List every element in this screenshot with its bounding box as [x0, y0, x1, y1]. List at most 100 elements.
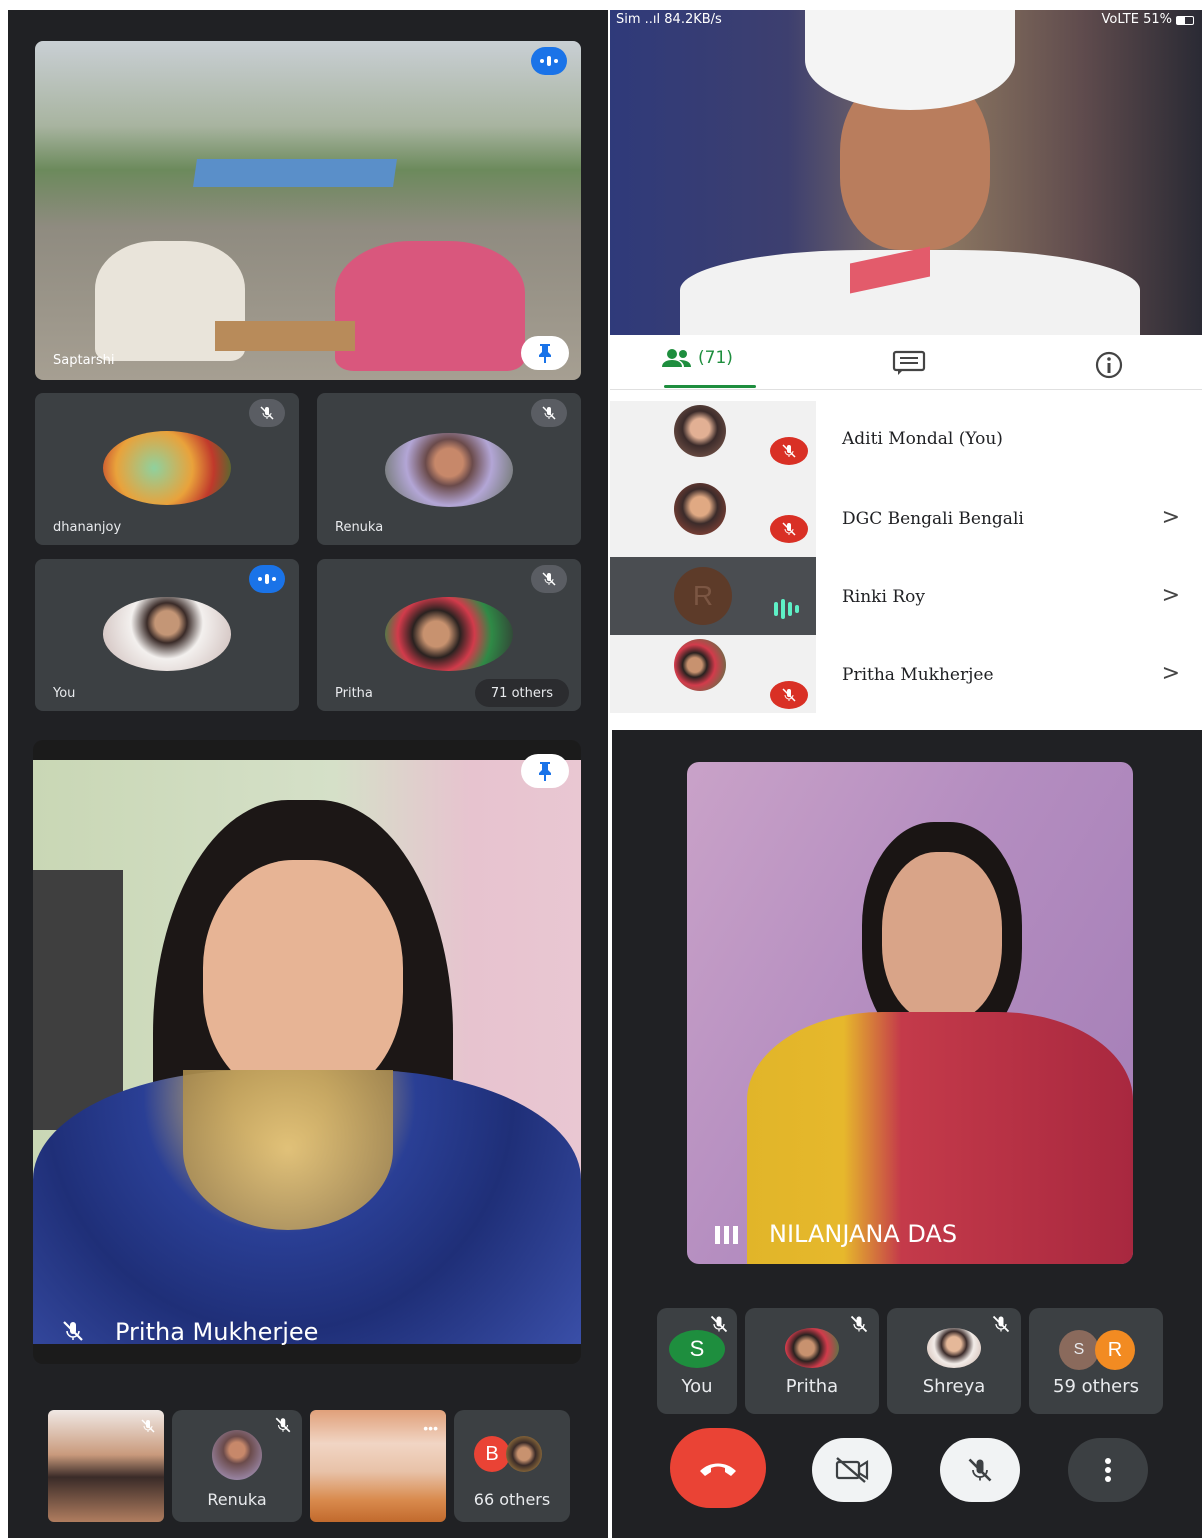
people-panel-tabs: (71) — [610, 336, 1202, 390]
panel-top-right: Sim ..ıl 84.2KB/s VoLTE 51% (71) Aditi M… — [610, 10, 1202, 728]
avatar-initial-chip: S — [669, 1330, 725, 1368]
tab-info[interactable] — [1094, 350, 1124, 385]
end-call-button[interactable] — [670, 1428, 766, 1508]
panel-top-left: Saptarshi dhananjoy Renuka You Pritha 71… — [8, 10, 608, 730]
chat-icon — [892, 350, 926, 375]
main-video-tile[interactable]: Pritha Mukherjee — [33, 740, 581, 1364]
avatar-initial: R — [1107, 1338, 1123, 1361]
speaking-indicator — [531, 47, 567, 75]
speaking-indicator — [249, 565, 285, 593]
participant-name: Pritha Mukherjee — [842, 665, 994, 685]
others-count: 71 others — [490, 685, 553, 701]
strip-tile-pritha[interactable]: Pritha — [745, 1308, 879, 1414]
avatar-initial-chip: B — [474, 1436, 510, 1472]
participant-row[interactable]: Aditi Mondal (You) — [610, 401, 1202, 479]
tile-name: dhananjoy — [53, 520, 122, 535]
chevron-right-icon[interactable]: > — [1162, 583, 1180, 608]
main-video-tile[interactable]: Saptarshi — [35, 41, 581, 380]
chevron-right-icon[interactable]: > — [1162, 505, 1180, 530]
avatar-initial: S — [1073, 1341, 1085, 1358]
avatar — [103, 597, 231, 671]
more-vert-icon — [1105, 1458, 1111, 1482]
muted-mic-icon — [249, 399, 285, 427]
speaking-indicator — [774, 599, 799, 619]
avatar-initial-chip: R — [1095, 1330, 1135, 1370]
avatar-initial: B — [485, 1442, 499, 1465]
chevron-right-icon[interactable]: > — [1162, 661, 1180, 686]
pin-icon — [539, 762, 551, 781]
mic-off-icon — [968, 1458, 992, 1482]
participant-row[interactable]: R Rinki Roy > — [610, 557, 1202, 635]
strip-label: Shreya — [922, 1376, 986, 1397]
avatar — [506, 1436, 542, 1472]
avatar — [674, 483, 726, 535]
strip-label: Renuka — [207, 1490, 267, 1509]
pin-button[interactable] — [521, 336, 569, 370]
participant-tile-you[interactable]: You — [35, 559, 299, 711]
participant-tile-pritha[interactable]: Pritha 71 others — [317, 559, 581, 711]
main-tile-name: Pritha Mukherjee — [115, 1318, 319, 1346]
speaker-name: NILANJANA DAS — [769, 1220, 958, 1248]
mic-toggle-button[interactable] — [940, 1438, 1020, 1502]
others-chip[interactable]: 71 others — [474, 679, 569, 707]
main-tile-name: Saptarshi — [53, 353, 115, 368]
strip-label: 59 others — [1053, 1376, 1139, 1397]
avatar — [212, 1430, 262, 1480]
muted-mic-icon — [991, 1314, 1011, 1339]
speaker-video[interactable]: NILANJANA DAS — [687, 762, 1133, 1264]
info-icon — [1095, 351, 1123, 379]
avatar: R — [674, 567, 732, 625]
strip-tile-you[interactable]: S You — [657, 1308, 737, 1414]
people-count: (71) — [698, 348, 733, 368]
avatar — [674, 405, 726, 457]
avatar — [674, 639, 726, 691]
avatar — [927, 1328, 981, 1368]
participant-name: Aditi Mondal (You) — [842, 429, 1003, 449]
participant-row[interactable]: DGC Bengali Bengali > — [610, 479, 1202, 557]
tab-people[interactable]: (71) — [662, 348, 733, 368]
pin-button[interactable] — [521, 754, 569, 788]
tile-name: You — [53, 686, 76, 701]
participant-tile-renuka[interactable]: Renuka — [317, 393, 581, 545]
strip-tile-shreya[interactable]: Shreya — [887, 1308, 1021, 1414]
camera-toggle-button[interactable] — [812, 1438, 892, 1502]
panel-bottom-left: Pritha Mukherjee Renuka ••• B 66 others — [8, 730, 608, 1538]
avatar-initial: S — [689, 1336, 705, 1361]
avatar — [103, 431, 231, 505]
more-icon: ••• — [423, 1420, 438, 1436]
people-icon — [662, 349, 691, 367]
battery-icon — [1176, 16, 1194, 25]
participant-row[interactable]: Pritha Mukherjee > — [610, 635, 1202, 713]
tab-underline — [664, 385, 756, 388]
camera-off-icon — [835, 1457, 869, 1483]
muted-mic-icon — [849, 1314, 869, 1339]
speaking-indicator — [715, 1226, 738, 1244]
hang-up-icon — [700, 1463, 736, 1476]
status-bar-left: Sim ..ıl 84.2KB/s — [616, 12, 722, 27]
avatar — [385, 433, 513, 507]
pin-icon — [539, 344, 551, 363]
participant-name: Rinki Roy — [842, 587, 925, 607]
strip-label: 66 others — [473, 1490, 551, 1509]
strip-tile-others[interactable]: S R 59 others — [1029, 1308, 1163, 1414]
tile-name: Renuka — [335, 520, 384, 535]
strip-label: Pritha — [785, 1376, 839, 1397]
status-bar-right: VoLTE 51% — [1101, 12, 1172, 27]
strip-label: You — [681, 1376, 713, 1397]
more-options-button[interactable] — [1068, 1438, 1148, 1502]
avatar — [385, 597, 513, 671]
avatar-initial: R — [692, 580, 714, 611]
panel-bottom-right: NILANJANA DAS S You Pritha Shreya S R 59… — [612, 730, 1202, 1538]
muted-mic-icon — [770, 515, 808, 543]
self-video: Sim ..ıl 84.2KB/s VoLTE 51% — [610, 10, 1202, 335]
strip-tile-renuka[interactable]: Renuka — [172, 1410, 302, 1522]
participant-tile-dhananjoy[interactable]: dhananjoy — [35, 393, 299, 545]
muted-mic-icon — [274, 1416, 292, 1439]
muted-mic-icon — [61, 1318, 85, 1349]
tab-chat[interactable] — [892, 350, 926, 381]
muted-mic-icon — [770, 437, 808, 465]
strip-tile[interactable]: ••• — [310, 1410, 446, 1522]
strip-tile[interactable] — [48, 1410, 164, 1522]
participant-name: DGC Bengali Bengali — [842, 509, 1024, 529]
strip-tile-others[interactable]: B 66 others — [454, 1410, 570, 1522]
